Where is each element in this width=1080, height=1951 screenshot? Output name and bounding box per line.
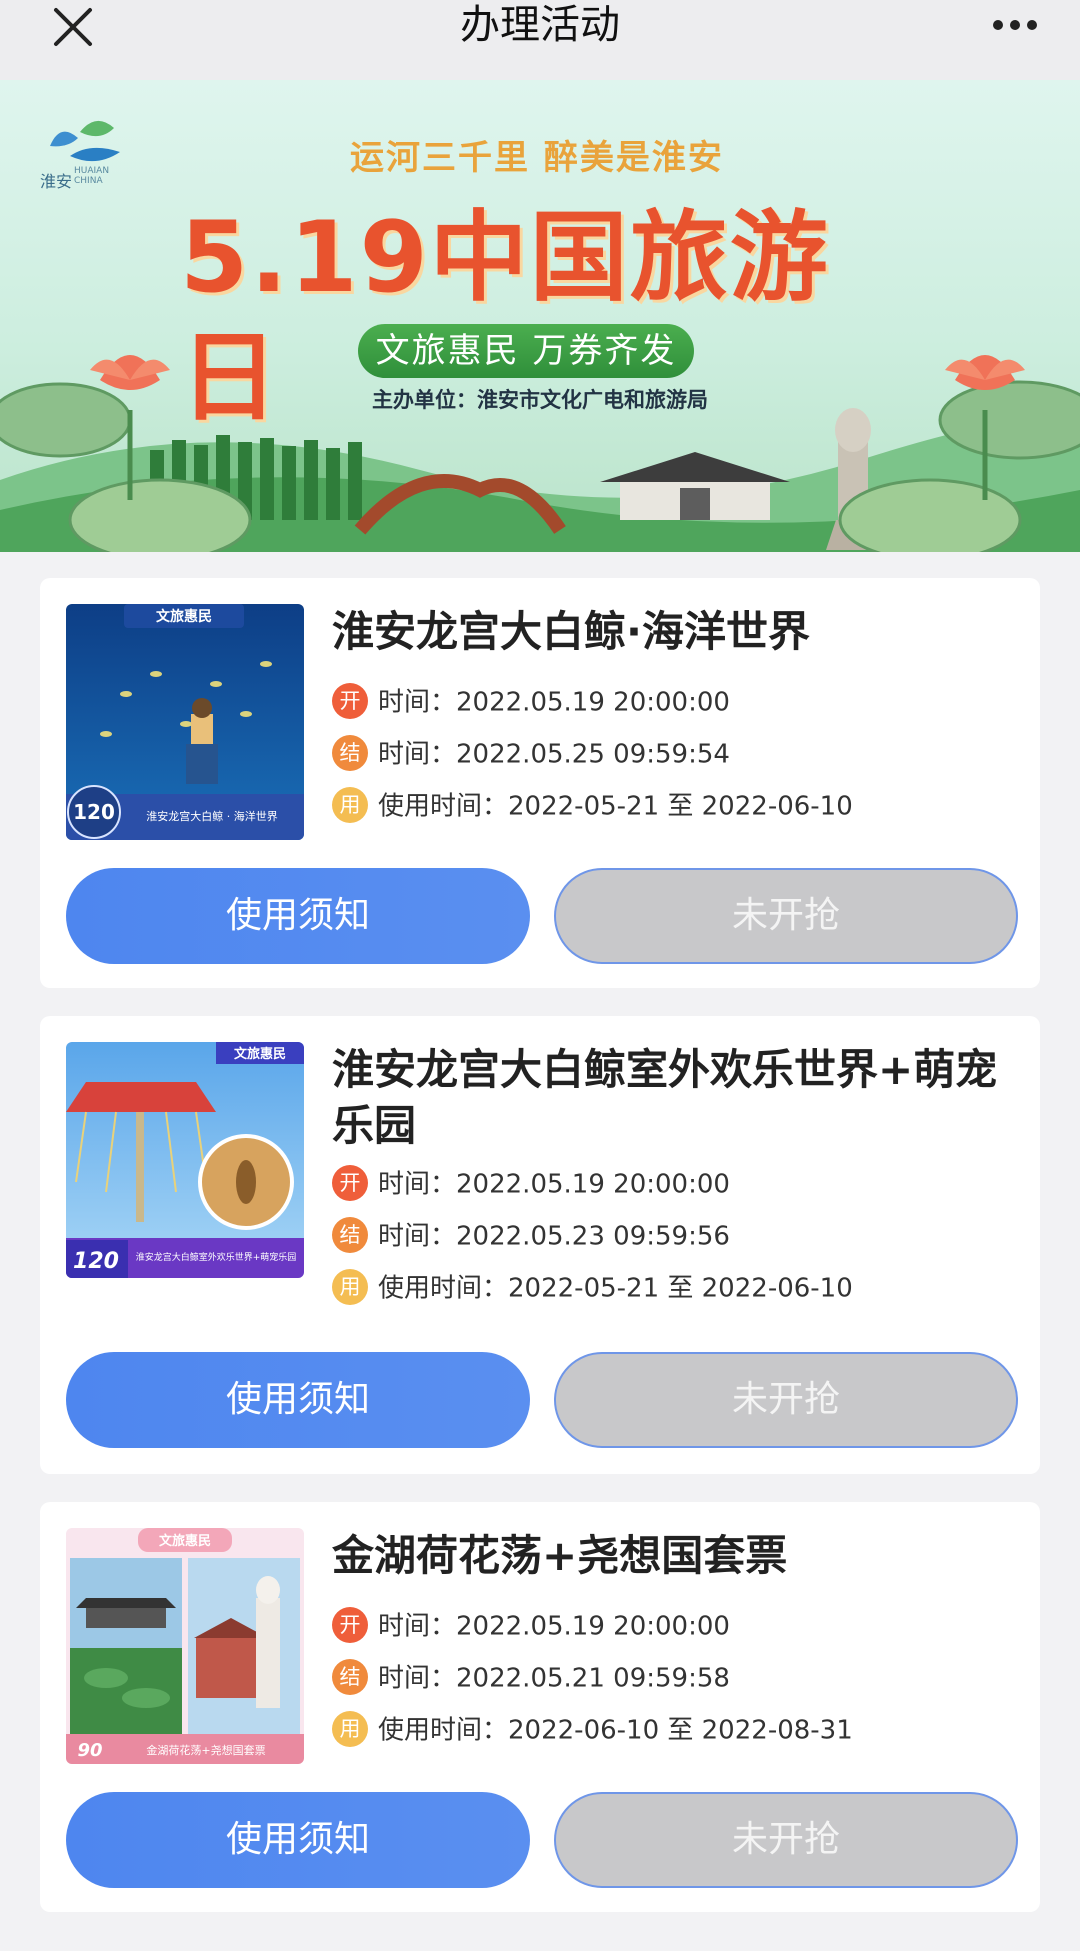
use-time: 2022-05-21 至 2022-06-10 (508, 1273, 853, 1304)
end-time: 2022.05.25 09:59:54 (456, 739, 730, 770)
activity-card: 文旅惠民 90 金湖荷花荡+尧想国套票 金湖荷花荡+尧想国套票 开时间：2022… (40, 1502, 1040, 1912)
promo-banner[interactable]: 淮安 HUAIAN CHINA 运河三千里 醉美是淮安 5.19中国旅游日 文旅惠… (0, 80, 1080, 552)
use-time: 2022-05-21 至 2022-06-10 (508, 791, 853, 822)
activity-card: 文旅惠民 120 淮安龙宫大白鲸 · 海洋世界 淮安龙宫大白鲸·海洋世界 开时间… (40, 578, 1040, 988)
logo-subtext: HUAIAN CHINA (74, 166, 110, 186)
use-time: 2022-06-10 至 2022-08-31 (508, 1715, 853, 1746)
activity-title: 淮安龙宫大白鲸室外欢乐世界+萌宠乐园 (332, 1045, 998, 1150)
open-time-row: 开时间：2022.05.19 20:00:00 (332, 1606, 730, 1646)
open-badge: 开 (332, 682, 368, 719)
use-time-row: 用使用时间：2022-05-21 至 2022-06-10 (332, 1268, 853, 1308)
thumbnail-caption: 金湖荷花荡+尧想国套票 (146, 1743, 265, 1757)
top-navigation-bar: 办理活动 (0, 0, 1080, 80)
banner-slogan: 运河三千里 醉美是淮安 (350, 138, 724, 178)
thumbnail-tag: 文旅惠民 (234, 1046, 286, 1062)
open-time-row: 开时间：2022.05.19 20:00:00 (332, 1164, 730, 1204)
thumbnail-price: 120 (73, 800, 115, 824)
use-time-row: 用使用时间：2022-06-10 至 2022-08-31 (332, 1710, 853, 1750)
end-time-row: 结时间：2022.05.25 09:59:54 (332, 734, 730, 774)
open-time-row: 开时间：2022.05.19 20:00:00 (332, 682, 730, 722)
activity-thumbnail[interactable]: 文旅惠民 90 金湖荷花荡+尧想国套票 (66, 1528, 304, 1764)
activity-thumbnail[interactable]: 文旅惠民 120 淮安龙宫大白鲸室外欢乐世界+萌宠乐园 (66, 1042, 304, 1278)
open-badge: 开 (332, 1164, 368, 1201)
thumbnail-price: 90 (77, 1740, 102, 1761)
open-time: 2022.05.19 20:00:00 (456, 1169, 730, 1200)
activity-card: 文旅惠民 120 淮安龙宫大白鲸室外欢乐世界+萌宠乐园 淮安龙宫大白鲸室外欢乐世… (40, 1016, 1040, 1474)
usage-notice-button[interactable]: 使用须知 (66, 1792, 530, 1888)
use-time-row: 用使用时间：2022-05-21 至 2022-06-10 (332, 786, 853, 826)
end-time-row: 结时间：2022.05.21 09:59:58 (332, 1658, 730, 1698)
use-badge: 用 (332, 1268, 368, 1305)
use-badge: 用 (332, 786, 368, 823)
logo-text: 淮安 (40, 172, 73, 191)
usage-notice-button[interactable]: 使用须知 (66, 1352, 530, 1448)
grab-ticket-button[interactable]: 未开抢 (554, 1352, 1018, 1448)
thumbnail-caption: 淮安龙宫大白鲸 · 海洋世界 (146, 809, 278, 823)
open-badge: 开 (332, 1606, 368, 1643)
thumbnail-price: 120 (73, 1249, 119, 1274)
end-time-row: 结时间：2022.05.23 09:59:56 (332, 1216, 730, 1256)
activity-title: 淮安龙宫大白鲸·海洋世界 (332, 607, 810, 656)
end-badge: 结 (332, 734, 368, 771)
end-time: 2022.05.21 09:59:58 (456, 1663, 730, 1694)
activity-title: 金湖荷花荡+尧想国套票 (332, 1531, 788, 1580)
banner-organizer: 主办单位：淮安市文化广电和旅游局 (372, 388, 708, 412)
usage-notice-button[interactable]: 使用须知 (66, 868, 530, 964)
end-badge: 结 (332, 1658, 368, 1695)
grab-ticket-button[interactable]: 未开抢 (554, 1792, 1018, 1888)
more-icon[interactable] (990, 12, 1040, 38)
end-time: 2022.05.23 09:59:56 (456, 1221, 730, 1252)
thumbnail-tag: 文旅惠民 (156, 608, 212, 625)
page-title: 办理活动 (460, 2, 620, 48)
end-badge: 结 (332, 1216, 368, 1253)
grab-ticket-button[interactable]: 未开抢 (554, 868, 1018, 964)
open-time: 2022.05.19 20:00:00 (456, 687, 730, 718)
banner-pill: 文旅惠民 万券齐发 (358, 324, 694, 378)
use-badge: 用 (332, 1710, 368, 1747)
thumbnail-caption: 淮安龙宫大白鲸室外欢乐世界+萌宠乐园 (136, 1251, 297, 1263)
activity-thumbnail[interactable]: 文旅惠民 120 淮安龙宫大白鲸 · 海洋世界 (66, 604, 304, 840)
open-time: 2022.05.19 20:00:00 (456, 1611, 730, 1642)
thumbnail-tag: 文旅惠民 (159, 1533, 211, 1549)
